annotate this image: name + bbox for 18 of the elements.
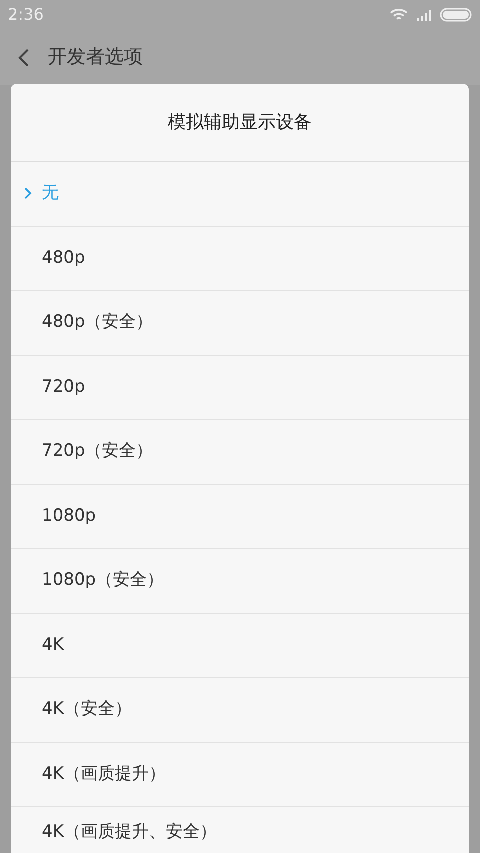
dialog-title: 模拟辅助显示设备 xyxy=(168,111,312,135)
option-item[interactable]: 4K（画质提升） xyxy=(11,742,469,807)
clock: 2:36 xyxy=(8,4,44,26)
page-title: 开发者选项 xyxy=(48,45,143,70)
option-item[interactable]: 720p xyxy=(11,356,469,420)
option-item[interactable]: 4K（安全） xyxy=(11,678,469,742)
battery-icon xyxy=(440,8,472,22)
signal-icon xyxy=(416,9,432,21)
chevron-icon xyxy=(24,187,32,200)
back-icon[interactable] xyxy=(18,48,30,68)
option-item[interactable]: 1080p xyxy=(11,484,469,549)
option-item[interactable]: 4K xyxy=(11,614,469,678)
wifi-icon xyxy=(390,8,408,22)
option-item[interactable]: 4K（画质提升、安全） xyxy=(11,807,469,853)
option-item[interactable]: 480p（安全） xyxy=(11,291,469,356)
option-item[interactable]: 1080p（安全） xyxy=(11,549,469,614)
option-item[interactable]: 720p（安全） xyxy=(11,420,469,484)
option-item[interactable]: 480p xyxy=(11,226,469,291)
